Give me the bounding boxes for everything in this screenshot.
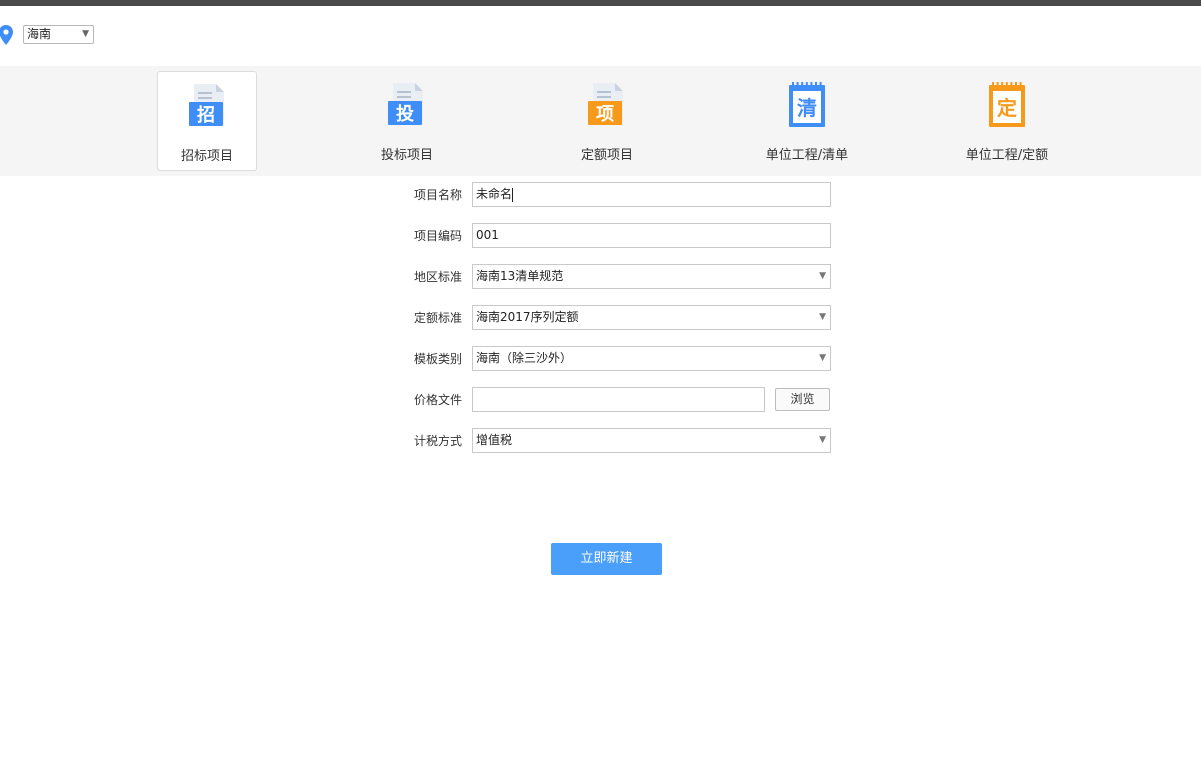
project-type-card[interactable]: 投投标项目 (357, 71, 457, 171)
project-type-card[interactable]: 清单位工程/清单 (757, 71, 857, 171)
icon-glyph: 项 (596, 104, 614, 125)
chevron-down-icon: ▼ (819, 435, 826, 445)
tax-method-value: 增值税 (476, 433, 513, 447)
project-code-input[interactable]: 001 (472, 223, 831, 248)
chevron-down-icon: ▼ (819, 312, 826, 322)
quota-project-icon: 项 (588, 83, 623, 125)
tax-method-select[interactable]: 增值税 ▼ (472, 428, 831, 453)
project-type-card[interactable]: 招招标项目 (157, 71, 257, 171)
icon-glyph: 投 (396, 103, 414, 125)
region-standard-value: 海南13清单规范 (476, 269, 564, 283)
icon-glyph: 招 (197, 104, 215, 126)
icon-glyph: 清 (797, 96, 817, 120)
unit-quota-icon: 定 (989, 82, 1025, 127)
project-type-label: 投标项目 (380, 148, 433, 163)
window-top-bar (0, 0, 1201, 6)
project-type-label: 招标项目 (180, 149, 233, 164)
price-file-input[interactable] (472, 387, 765, 412)
tender-project-icon: 招 (189, 84, 224, 126)
price-file-label: 价格文件 (413, 393, 462, 407)
browse-button[interactable]: 浏览 (775, 388, 830, 411)
project-code-value: 001 (476, 228, 499, 242)
project-type-card[interactable]: 项定额项目 (557, 71, 657, 171)
project-name-label: 项目名称 (413, 188, 462, 202)
chevron-down-icon: ▼ (819, 271, 826, 281)
text-caret (512, 187, 514, 202)
icon-glyph: 定 (997, 96, 1017, 120)
quota-standard-label: 定额标准 (413, 311, 462, 325)
project-type-label: 单位工程/定额 (965, 148, 1049, 163)
project-type-bar: 招招标项目投投标项目项定额项目清单位工程/清单定单位工程/定额 (0, 66, 1201, 176)
region-standard-select[interactable]: 海南13清单规范 ▼ (472, 264, 831, 289)
project-type-label: 定额项目 (580, 148, 633, 163)
project-name-value: 未命名 (476, 187, 513, 201)
project-code-label: 项目编码 (413, 229, 462, 243)
project-name-input[interactable]: 未命名 (472, 182, 831, 207)
tax-method-label: 计税方式 (413, 434, 462, 448)
chevron-down-icon: ▼ (819, 353, 826, 363)
template-type-value: 海南（除三沙外） (476, 351, 573, 365)
project-type-card[interactable]: 定单位工程/定额 (957, 71, 1057, 171)
region-standard-label: 地区标准 (413, 270, 462, 284)
template-type-label: 模板类别 (413, 352, 462, 366)
chevron-down-icon: ▼ (82, 29, 89, 39)
quota-standard-value: 海南2017序列定额 (476, 310, 579, 324)
bid-project-icon: 投 (388, 83, 423, 125)
project-type-label: 单位工程/清单 (765, 148, 849, 163)
region-select[interactable]: 海南 ▼ (23, 25, 94, 44)
template-type-select[interactable]: 海南（除三沙外） ▼ (472, 346, 831, 371)
location-pin-icon (0, 25, 13, 45)
create-now-button[interactable]: 立即新建 (551, 543, 662, 575)
quota-standard-select[interactable]: 海南2017序列定额 ▼ (472, 305, 831, 330)
unit-bill-icon: 清 (789, 82, 825, 127)
region-select-value: 海南 (27, 27, 52, 41)
